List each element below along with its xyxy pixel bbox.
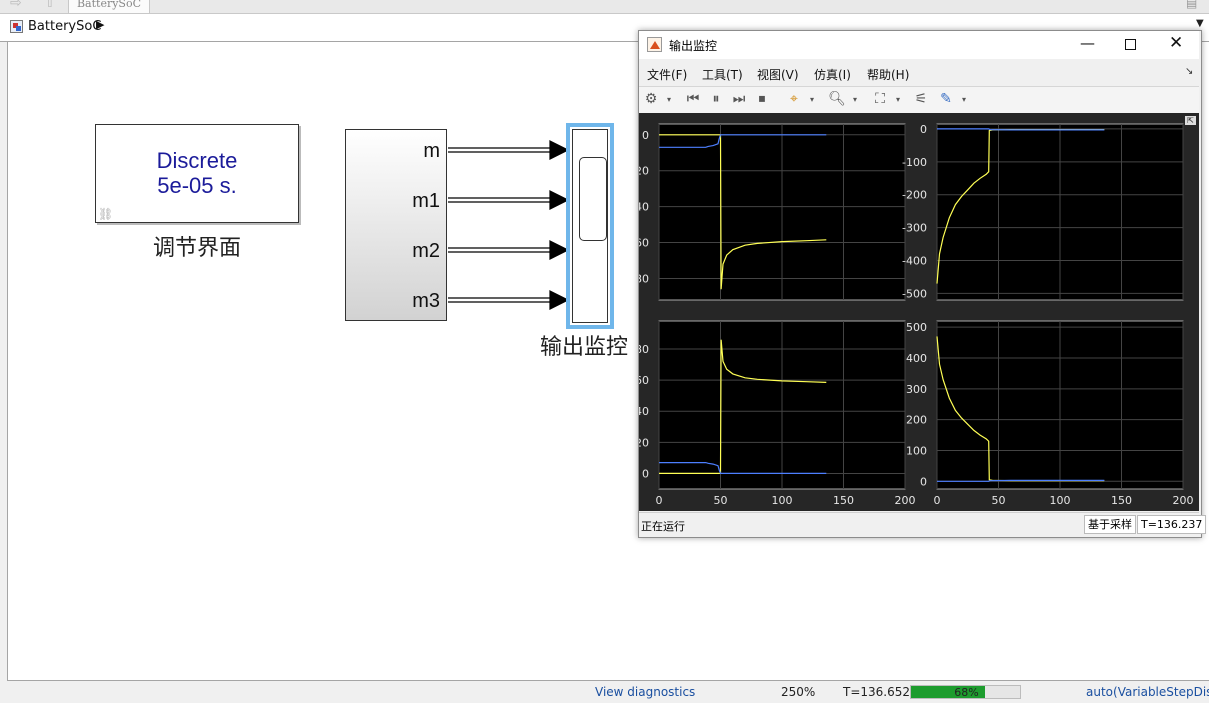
- y-tick-label: 100: [906, 444, 927, 457]
- menu-simulation[interactable]: 仿真(I): [814, 66, 851, 83]
- menu-tools[interactable]: 工具(T): [702, 66, 743, 83]
- autoscale-icon[interactable]: ⛶: [870, 89, 890, 109]
- y-tick-label: 0: [920, 475, 927, 488]
- port-label-m1: m1: [412, 190, 440, 212]
- y-tick-label: 60: [639, 374, 649, 387]
- undock-icon[interactable]: ⇱: [1185, 116, 1196, 125]
- maximize-icon[interactable]: [1125, 39, 1136, 50]
- x-tick-label: 50: [714, 494, 728, 507]
- subsystem-block[interactable]: m m1 m2 m3: [345, 129, 447, 321]
- x-tick-label: 200: [895, 494, 916, 507]
- scope-status-sample: 基于采样: [1084, 515, 1136, 534]
- style-icon[interactable]: ✎: [936, 89, 956, 109]
- x-tick-label: 200: [1173, 494, 1194, 507]
- y-tick-label: 400: [906, 352, 927, 365]
- y-tick-label: 40: [639, 405, 649, 418]
- stop-icon[interactable]: ⏹: [752, 89, 772, 109]
- y-tick-label: 300: [906, 383, 927, 396]
- x-tick-label: 150: [833, 494, 854, 507]
- back-arrow-icon[interactable]: ⇨: [10, 0, 22, 11]
- zoom-dropdown-icon[interactable]: ▾: [845, 89, 865, 109]
- model-tab[interactable]: BatterySoC: [68, 0, 150, 14]
- view-diagnostics-link[interactable]: View diagnostics: [595, 685, 695, 699]
- y-tick-label: 80: [639, 343, 649, 356]
- matlab-logo-icon: [647, 37, 662, 52]
- signal-icon[interactable]: ⚟: [911, 89, 931, 109]
- style-dropdown-icon[interactable]: ▾: [954, 89, 974, 109]
- dock-arrow-icon[interactable]: ↘: [1185, 66, 1193, 77]
- scope-window: 输出监控 — ✕ 文件(F) 工具(T) 视图(V) 仿真(I) 帮助(H) ↘…: [631, 30, 1207, 538]
- keyboard-icon: ▤: [1186, 0, 1198, 10]
- solver-link[interactable]: auto(VariableStepDisc: [1086, 685, 1209, 699]
- x-tick-label: 0: [934, 494, 941, 507]
- chevron-down-icon[interactable]: ▼: [1196, 18, 1204, 29]
- link-icon: ⛓: [98, 207, 114, 221]
- y-tick-label: 0: [642, 467, 649, 480]
- x-tick-label: 100: [1050, 494, 1071, 507]
- highlight-dropdown-icon[interactable]: ▾: [802, 89, 822, 109]
- x-tick-label: 50: [992, 494, 1006, 507]
- pause-icon[interactable]: ⏸: [706, 89, 726, 109]
- port-label-m3: m3: [412, 290, 440, 312]
- statusbar: View diagnostics 250% T=136.652 68% auto…: [0, 681, 1209, 703]
- step-forward-icon[interactable]: ⏭: [729, 89, 749, 109]
- breadcrumb-arrow-icon[interactable]: ▶: [96, 18, 104, 31]
- scope-titlebar: 输出监控 — ✕: [639, 31, 1199, 59]
- scope-title: 输出监控: [669, 39, 718, 53]
- gear-dropdown-icon[interactable]: ▾: [659, 89, 679, 109]
- gear-icon[interactable]: ⚙: [641, 89, 661, 109]
- powergui-caption: 调节界面: [152, 236, 241, 261]
- y-tick-label: -100: [902, 156, 927, 169]
- scope-block[interactable]: [566, 123, 614, 329]
- scope-screen-icon: [579, 157, 607, 241]
- autoscale-dropdown-icon[interactable]: ▾: [888, 89, 908, 109]
- scope-plots: 0 -20 -40 -60 -80 0 -100 -200 -300 -400 -500 0 20 40 6…: [631, 123, 1194, 507]
- y-tick-label: -20: [639, 165, 649, 178]
- y-tick-label: 0: [642, 129, 649, 142]
- powergui-line2: 5e-05 s.: [157, 173, 237, 198]
- minimize-icon[interactable]: —: [1080, 34, 1095, 52]
- port-label-m2: m2: [412, 240, 440, 262]
- zoom-level: 250%: [781, 685, 816, 699]
- highlight-icon[interactable]: ⌖: [784, 89, 804, 109]
- step-back-icon[interactable]: ⏮: [683, 89, 703, 109]
- plot-area: ⇱ 0 -20 -40 -60 -80 0 -100 -200 -300 -400 -500 0 20 4…: [631, 113, 1199, 511]
- scope-statusbar: 正在运行 基于采样 T=136.237: [639, 512, 1207, 536]
- scope-status-running: 正在运行: [641, 520, 685, 533]
- x-tick-label: 0: [656, 494, 663, 507]
- up-arrow-icon[interactable]: ⇧: [44, 0, 56, 11]
- y-tick-label: 20: [639, 436, 649, 449]
- y-tick-label: 500: [906, 321, 927, 334]
- x-tick-label: 100: [772, 494, 793, 507]
- menu-file[interactable]: 文件(F): [647, 66, 687, 83]
- y-tick-label: -400: [902, 255, 927, 268]
- scope-status-time: T=136.237: [1137, 515, 1207, 534]
- model-tab-label: BatterySoC: [76, 0, 142, 10]
- y-tick-label: -60: [639, 237, 649, 250]
- menu-help[interactable]: 帮助(H): [867, 66, 909, 83]
- breadcrumb-model[interactable]: BatterySoC: [28, 19, 101, 34]
- y-tick-label: 0: [920, 123, 927, 136]
- zoom-icon[interactable]: 🔍︎: [827, 89, 847, 109]
- y-tick-label: -80: [639, 272, 649, 285]
- scope-caption: 输出监控: [540, 335, 629, 360]
- y-tick-label: -500: [902, 287, 927, 300]
- progress-bar: 68%: [910, 685, 1021, 699]
- close-icon[interactable]: ✕: [1169, 33, 1183, 53]
- y-tick-label: -200: [902, 189, 927, 202]
- window-top-strip: ⇨ ⇧ BatterySoC ▤: [0, 0, 1209, 14]
- powergui-block[interactable]: Discrete 5e-05 s. ⛓: [95, 124, 299, 223]
- menu-view[interactable]: 视图(V): [757, 66, 799, 83]
- powergui-line1: Discrete: [156, 148, 238, 173]
- sim-time: T=136.652: [843, 685, 911, 699]
- progress-label: 68%: [954, 686, 979, 699]
- x-tick-label: 150: [1111, 494, 1132, 507]
- y-tick-label: 200: [906, 414, 927, 427]
- y-tick-label: -40: [639, 201, 649, 214]
- model-icon: [10, 20, 23, 33]
- port-label-m: m: [423, 140, 440, 162]
- y-tick-label: -300: [902, 222, 927, 235]
- signal-lines: [448, 140, 570, 310]
